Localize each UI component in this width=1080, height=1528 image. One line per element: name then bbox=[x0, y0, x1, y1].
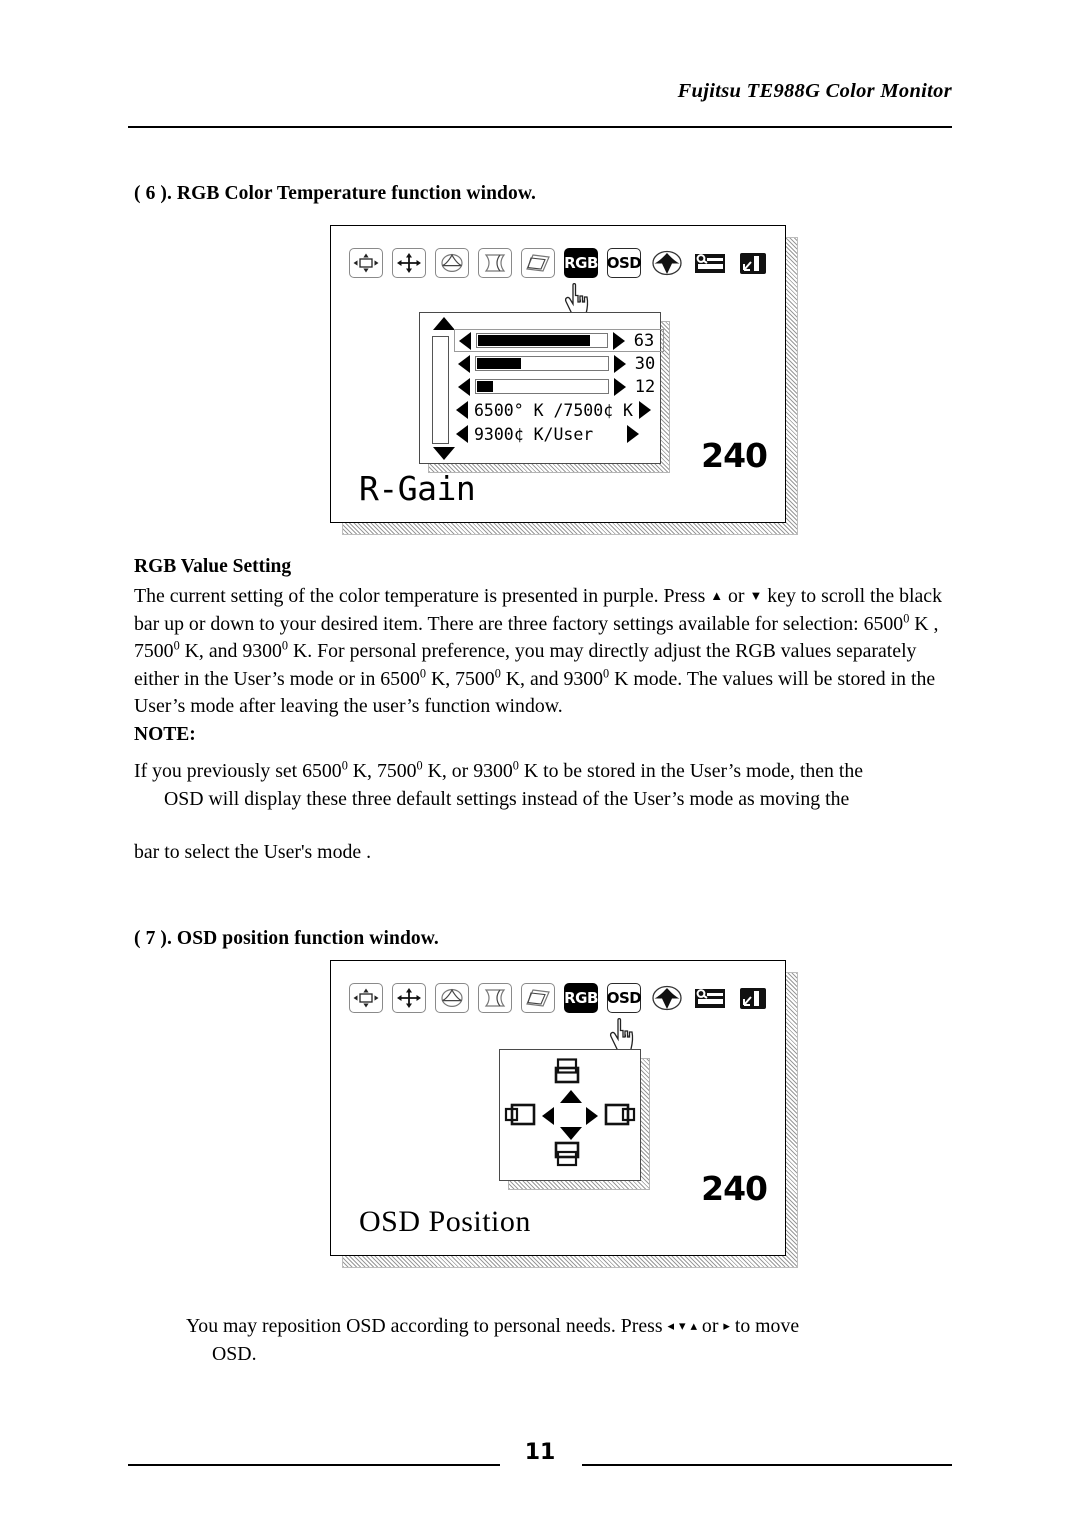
pad-up-arrow-icon[interactable] bbox=[560, 1090, 582, 1103]
note-block: NOTE: If you previously set 65000 K, 750… bbox=[134, 724, 956, 867]
osd-move-left-icon[interactable] bbox=[504, 1102, 538, 1133]
increase-arrow-icon[interactable] bbox=[611, 331, 627, 350]
osd-position-diagram: RGB OSD 240 OSD Position bbox=[330, 960, 798, 1268]
color-temp-label-2: 9300¢ K/User bbox=[474, 424, 594, 444]
page-number: 11 bbox=[524, 1440, 556, 1465]
diagram-screen: RGB OSD bbox=[330, 960, 786, 1256]
scroll-up-arrow-icon[interactable] bbox=[433, 317, 455, 330]
increase-arrow-icon[interactable] bbox=[612, 354, 628, 373]
rgb-icon[interactable]: RGB bbox=[564, 983, 598, 1013]
osd-move-down-icon[interactable] bbox=[550, 1141, 590, 1172]
pad-left-arrow-icon[interactable] bbox=[542, 1107, 554, 1125]
pad-face bbox=[499, 1049, 641, 1181]
position-adjust-icon[interactable] bbox=[392, 248, 426, 278]
scroll-track[interactable] bbox=[432, 336, 449, 444]
position-adjust-icon[interactable] bbox=[392, 983, 426, 1013]
osd-value-display: 240 bbox=[701, 1169, 768, 1208]
header-divider bbox=[128, 126, 952, 128]
footer-divider-left bbox=[128, 1464, 500, 1466]
recall-icon[interactable] bbox=[736, 983, 770, 1013]
osd-icon[interactable]: OSD bbox=[607, 248, 642, 278]
rgb-slider-rows: 63 30 12 6500° K /7500¢ K 9300¢ K/User bbox=[454, 329, 664, 446]
pad-down-arrow-icon[interactable] bbox=[560, 1127, 582, 1140]
slider-value: 12 bbox=[634, 376, 656, 397]
degauss-icon[interactable] bbox=[650, 983, 684, 1013]
rgb-osd-diagram: RGB OSD 63 30 12 6500° K /7500¢ K 9300¢ … bbox=[330, 225, 798, 535]
next-temp-arrow-icon[interactable] bbox=[625, 425, 641, 443]
slider-row[interactable]: 12 bbox=[454, 375, 664, 398]
submenu-face: 63 30 12 6500° K /7500¢ K 9300¢ K/User bbox=[419, 312, 664, 464]
osd-position-paragraph-line2: OSD. bbox=[212, 1342, 257, 1365]
slider-track[interactable] bbox=[475, 356, 609, 371]
slider-fill bbox=[477, 381, 493, 392]
slider-track[interactable] bbox=[475, 379, 609, 394]
osd-function-label: R-Gain bbox=[359, 469, 476, 508]
decrease-arrow-icon[interactable] bbox=[457, 331, 473, 350]
decrease-arrow-icon[interactable] bbox=[456, 377, 472, 396]
footer-divider-right bbox=[582, 1464, 952, 1466]
section-7-heading: ( 7 ). OSD position function window. bbox=[134, 928, 439, 949]
page-header: Fujitsu TE988G Color Monitor bbox=[0, 80, 1080, 103]
size-adjust-icon[interactable] bbox=[349, 248, 383, 278]
osd-icon-row: RGB OSD bbox=[349, 983, 770, 1013]
rgb-submenu-panel: 63 30 12 6500° K /7500¢ K 9300¢ K/User bbox=[419, 312, 670, 473]
color-temp-row[interactable]: 6500° K /7500¢ K bbox=[454, 398, 664, 422]
header-title: Fujitsu TE988G Color Monitor bbox=[677, 80, 952, 102]
osd-icon[interactable]: OSD bbox=[607, 983, 642, 1013]
color-temp-row[interactable]: 9300¢ K/User bbox=[454, 422, 664, 446]
recall-icon[interactable] bbox=[736, 248, 770, 278]
section-6-heading: ( 6 ). RGB Color Temperature function wi… bbox=[134, 183, 536, 204]
manual-page: Fujitsu TE988G Color Monitor ( 6 ). RGB … bbox=[0, 0, 1080, 1528]
slider-row[interactable]: 30 bbox=[454, 352, 664, 375]
prev-temp-arrow-icon[interactable] bbox=[454, 401, 470, 419]
slider-fill bbox=[478, 335, 590, 346]
osd-move-right-icon[interactable] bbox=[602, 1102, 636, 1133]
pincushion-icon[interactable] bbox=[435, 248, 469, 278]
osd-position-pad bbox=[499, 1049, 650, 1190]
note-paragraph-tail: bar to select the User's mode . bbox=[134, 841, 372, 863]
prev-temp-arrow-icon[interactable] bbox=[454, 425, 470, 443]
misc-settings-icon[interactable] bbox=[693, 248, 727, 278]
slider-value: 63 bbox=[633, 330, 655, 351]
rgb-value-setting-subheading: RGB Value Setting bbox=[134, 556, 292, 577]
osd-value-display: 240 bbox=[701, 436, 768, 475]
color-temp-label-1: 6500° K /7500¢ K bbox=[474, 400, 633, 420]
scroll-down-arrow-icon[interactable] bbox=[433, 447, 455, 460]
osd-icon-row: RGB OSD bbox=[349, 248, 770, 278]
rgb-icon[interactable]: RGB bbox=[564, 248, 598, 278]
increase-arrow-icon[interactable] bbox=[612, 377, 628, 396]
slider-row[interactable]: 63 bbox=[454, 329, 664, 352]
rgb-value-setting-paragraph: The current setting of the color tempera… bbox=[134, 585, 942, 717]
decrease-arrow-icon[interactable] bbox=[456, 354, 472, 373]
rgb-value-setting-block: RGB Value Setting The current setting of… bbox=[134, 556, 956, 721]
slider-value: 30 bbox=[634, 353, 656, 374]
pad-right-arrow-icon[interactable] bbox=[586, 1107, 598, 1125]
barrel-distortion-icon[interactable] bbox=[478, 983, 512, 1013]
note-heading: NOTE: bbox=[134, 724, 196, 745]
parallelogram-icon[interactable] bbox=[521, 248, 555, 278]
barrel-distortion-icon[interactable] bbox=[478, 248, 512, 278]
pincushion-icon[interactable] bbox=[435, 983, 469, 1013]
degauss-icon[interactable] bbox=[650, 248, 684, 278]
osd-position-paragraph-block: You may reposition OSD according to pers… bbox=[186, 1312, 956, 1368]
osd-move-up-icon[interactable] bbox=[550, 1058, 590, 1089]
parallelogram-icon[interactable] bbox=[521, 983, 555, 1013]
slider-track[interactable] bbox=[476, 333, 608, 348]
note-paragraph: If you previously set 65000 K, 75000 K, … bbox=[134, 758, 863, 810]
slider-fill bbox=[477, 358, 521, 369]
osd-position-paragraph-line1: You may reposition OSD according to pers… bbox=[186, 1315, 800, 1337]
diagram-screen: RGB OSD bbox=[330, 225, 786, 523]
size-adjust-icon[interactable] bbox=[349, 983, 383, 1013]
next-temp-arrow-icon[interactable] bbox=[637, 401, 653, 419]
osd-function-label: OSD Position bbox=[359, 1205, 531, 1238]
misc-settings-icon[interactable] bbox=[693, 983, 727, 1013]
